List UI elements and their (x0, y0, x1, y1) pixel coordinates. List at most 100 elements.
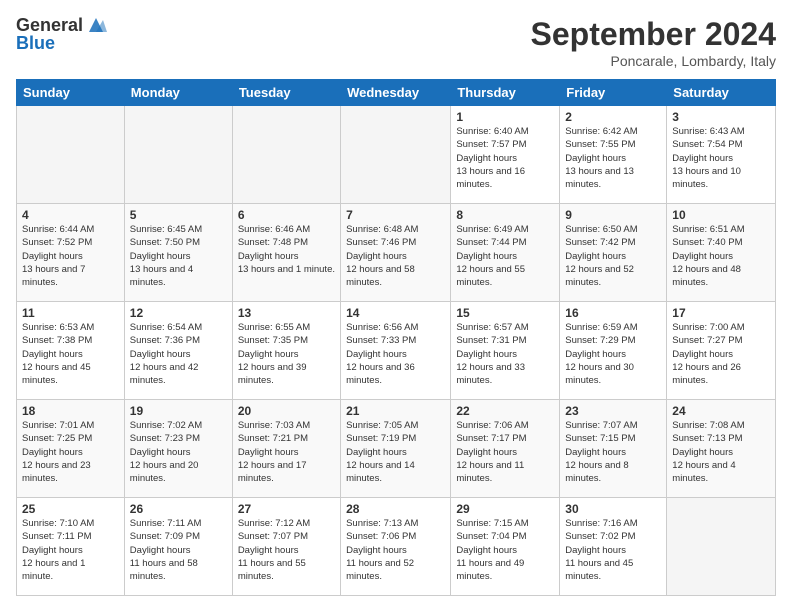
table-row: 18Sunrise: 7:01 AMSunset: 7:25 PMDayligh… (17, 400, 125, 498)
table-row: 9Sunrise: 6:50 AMSunset: 7:42 PMDaylight… (560, 204, 667, 302)
day-number: 24 (672, 404, 770, 418)
day-number: 8 (456, 208, 554, 222)
table-row: 8Sunrise: 6:49 AMSunset: 7:44 PMDaylight… (451, 204, 560, 302)
day-number: 4 (22, 208, 119, 222)
day-info: Sunrise: 6:42 AMSunset: 7:55 PMDaylight … (565, 125, 661, 191)
table-row: 29Sunrise: 7:15 AMSunset: 7:04 PMDayligh… (451, 498, 560, 596)
day-number: 7 (346, 208, 445, 222)
table-row: 12Sunrise: 6:54 AMSunset: 7:36 PMDayligh… (124, 302, 232, 400)
page: General Blue September 2024 Poncarale, L… (0, 0, 792, 612)
day-number: 16 (565, 306, 661, 320)
day-number: 9 (565, 208, 661, 222)
day-number: 2 (565, 110, 661, 124)
table-row: 5Sunrise: 6:45 AMSunset: 7:50 PMDaylight… (124, 204, 232, 302)
day-info: Sunrise: 6:57 AMSunset: 7:31 PMDaylight … (456, 321, 554, 387)
day-info: Sunrise: 6:46 AMSunset: 7:48 PMDaylight … (238, 223, 335, 276)
day-number: 29 (456, 502, 554, 516)
table-row: 24Sunrise: 7:08 AMSunset: 7:13 PMDayligh… (667, 400, 776, 498)
table-row: 11Sunrise: 6:53 AMSunset: 7:38 PMDayligh… (17, 302, 125, 400)
day-info: Sunrise: 6:40 AMSunset: 7:57 PMDaylight … (456, 125, 554, 191)
table-row: 6Sunrise: 6:46 AMSunset: 7:48 PMDaylight… (232, 204, 340, 302)
table-row: 4Sunrise: 6:44 AMSunset: 7:52 PMDaylight… (17, 204, 125, 302)
day-info: Sunrise: 6:55 AMSunset: 7:35 PMDaylight … (238, 321, 335, 387)
day-info: Sunrise: 6:59 AMSunset: 7:29 PMDaylight … (565, 321, 661, 387)
header: General Blue September 2024 Poncarale, L… (16, 16, 776, 69)
calendar-header-row: Sunday Monday Tuesday Wednesday Thursday… (17, 80, 776, 106)
day-number: 20 (238, 404, 335, 418)
table-row (232, 106, 340, 204)
day-info: Sunrise: 7:01 AMSunset: 7:25 PMDaylight … (22, 419, 119, 485)
calendar: Sunday Monday Tuesday Wednesday Thursday… (16, 79, 776, 596)
calendar-week-row: 18Sunrise: 7:01 AMSunset: 7:25 PMDayligh… (17, 400, 776, 498)
day-info: Sunrise: 7:07 AMSunset: 7:15 PMDaylight … (565, 419, 661, 485)
col-friday: Friday (560, 80, 667, 106)
day-info: Sunrise: 6:45 AMSunset: 7:50 PMDaylight … (130, 223, 227, 289)
day-info: Sunrise: 7:12 AMSunset: 7:07 PMDaylight … (238, 517, 335, 583)
table-row: 3Sunrise: 6:43 AMSunset: 7:54 PMDaylight… (667, 106, 776, 204)
day-info: Sunrise: 7:00 AMSunset: 7:27 PMDaylight … (672, 321, 770, 387)
table-row: 14Sunrise: 6:56 AMSunset: 7:33 PMDayligh… (341, 302, 451, 400)
table-row: 17Sunrise: 7:00 AMSunset: 7:27 PMDayligh… (667, 302, 776, 400)
day-info: Sunrise: 7:02 AMSunset: 7:23 PMDaylight … (130, 419, 227, 485)
day-number: 28 (346, 502, 445, 516)
day-number: 27 (238, 502, 335, 516)
day-number: 12 (130, 306, 227, 320)
col-sunday: Sunday (17, 80, 125, 106)
table-row: 19Sunrise: 7:02 AMSunset: 7:23 PMDayligh… (124, 400, 232, 498)
day-info: Sunrise: 6:44 AMSunset: 7:52 PMDaylight … (22, 223, 119, 289)
table-row: 20Sunrise: 7:03 AMSunset: 7:21 PMDayligh… (232, 400, 340, 498)
logo: General Blue (16, 16, 107, 54)
day-number: 17 (672, 306, 770, 320)
day-info: Sunrise: 6:51 AMSunset: 7:40 PMDaylight … (672, 223, 770, 289)
day-number: 6 (238, 208, 335, 222)
day-info: Sunrise: 6:50 AMSunset: 7:42 PMDaylight … (565, 223, 661, 289)
col-wednesday: Wednesday (341, 80, 451, 106)
day-info: Sunrise: 7:11 AMSunset: 7:09 PMDaylight … (130, 517, 227, 583)
logo-blue: Blue (16, 34, 107, 54)
table-row: 27Sunrise: 7:12 AMSunset: 7:07 PMDayligh… (232, 498, 340, 596)
day-number: 5 (130, 208, 227, 222)
col-monday: Monday (124, 80, 232, 106)
day-info: Sunrise: 6:48 AMSunset: 7:46 PMDaylight … (346, 223, 445, 289)
col-thursday: Thursday (451, 80, 560, 106)
day-number: 10 (672, 208, 770, 222)
title-block: September 2024 Poncarale, Lombardy, Ital… (531, 16, 776, 69)
day-number: 30 (565, 502, 661, 516)
day-info: Sunrise: 7:03 AMSunset: 7:21 PMDaylight … (238, 419, 335, 485)
day-number: 15 (456, 306, 554, 320)
calendar-week-row: 11Sunrise: 6:53 AMSunset: 7:38 PMDayligh… (17, 302, 776, 400)
logo-icon (85, 14, 107, 36)
day-info: Sunrise: 7:13 AMSunset: 7:06 PMDaylight … (346, 517, 445, 583)
table-row: 21Sunrise: 7:05 AMSunset: 7:19 PMDayligh… (341, 400, 451, 498)
table-row: 7Sunrise: 6:48 AMSunset: 7:46 PMDaylight… (341, 204, 451, 302)
col-saturday: Saturday (667, 80, 776, 106)
table-row: 30Sunrise: 7:16 AMSunset: 7:02 PMDayligh… (560, 498, 667, 596)
table-row: 25Sunrise: 7:10 AMSunset: 7:11 PMDayligh… (17, 498, 125, 596)
calendar-week-row: 1Sunrise: 6:40 AMSunset: 7:57 PMDaylight… (17, 106, 776, 204)
day-info: Sunrise: 7:08 AMSunset: 7:13 PMDaylight … (672, 419, 770, 485)
day-number: 26 (130, 502, 227, 516)
col-tuesday: Tuesday (232, 80, 340, 106)
day-number: 1 (456, 110, 554, 124)
day-number: 25 (22, 502, 119, 516)
calendar-week-row: 25Sunrise: 7:10 AMSunset: 7:11 PMDayligh… (17, 498, 776, 596)
day-number: 11 (22, 306, 119, 320)
table-row (341, 106, 451, 204)
month-title: September 2024 (531, 16, 776, 53)
table-row: 2Sunrise: 6:42 AMSunset: 7:55 PMDaylight… (560, 106, 667, 204)
table-row: 15Sunrise: 6:57 AMSunset: 7:31 PMDayligh… (451, 302, 560, 400)
table-row: 28Sunrise: 7:13 AMSunset: 7:06 PMDayligh… (341, 498, 451, 596)
day-number: 22 (456, 404, 554, 418)
calendar-week-row: 4Sunrise: 6:44 AMSunset: 7:52 PMDaylight… (17, 204, 776, 302)
day-number: 13 (238, 306, 335, 320)
table-row (667, 498, 776, 596)
day-number: 14 (346, 306, 445, 320)
table-row: 1Sunrise: 6:40 AMSunset: 7:57 PMDaylight… (451, 106, 560, 204)
location: Poncarale, Lombardy, Italy (531, 53, 776, 69)
table-row: 26Sunrise: 7:11 AMSunset: 7:09 PMDayligh… (124, 498, 232, 596)
day-info: Sunrise: 7:10 AMSunset: 7:11 PMDaylight … (22, 517, 119, 583)
day-number: 23 (565, 404, 661, 418)
day-info: Sunrise: 7:06 AMSunset: 7:17 PMDaylight … (456, 419, 554, 485)
table-row (124, 106, 232, 204)
day-info: Sunrise: 6:49 AMSunset: 7:44 PMDaylight … (456, 223, 554, 289)
